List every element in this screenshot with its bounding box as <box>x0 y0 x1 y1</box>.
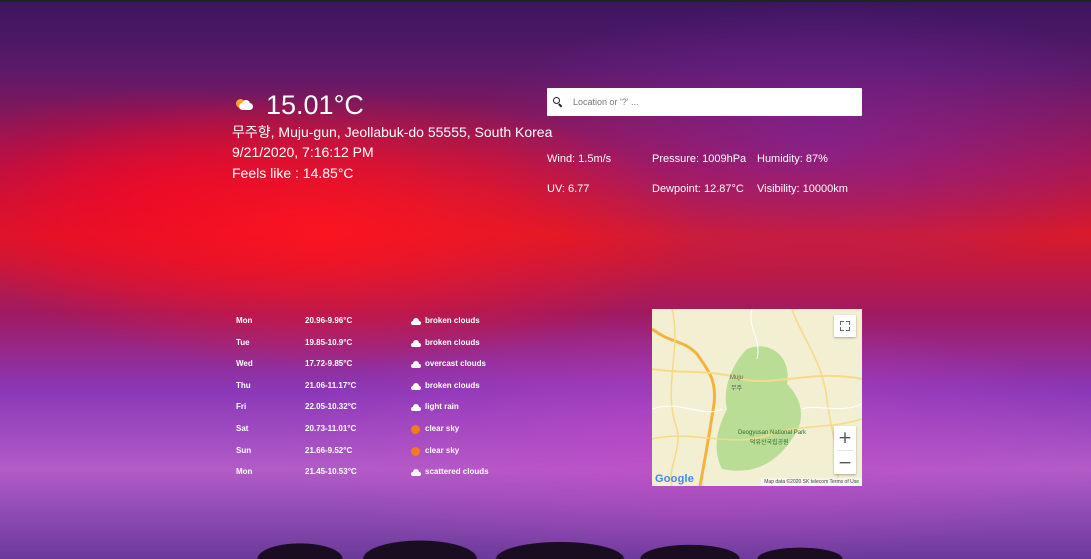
feels-like-label: Feels like : 14.85°C <box>232 165 354 181</box>
forecast-temp-range: 21.66-9.52°C <box>305 445 353 455</box>
forecast-row: Sat 20.73-11.01°C clear sky <box>236 422 496 444</box>
forecast-description: clear sky <box>425 423 460 433</box>
forecast-temp-range: 20.73-11.01°C <box>305 423 357 433</box>
current-temperature: 15.01°C <box>266 90 364 120</box>
forecast-description: broken clouds <box>425 337 480 347</box>
forecast-row: Sun 21.66-9.52°C clear sky <box>236 444 496 466</box>
forecast-day: Fri <box>236 402 247 412</box>
tree-silhouette <box>240 529 860 559</box>
cloud-icon <box>411 361 421 369</box>
sun-icon <box>411 424 420 434</box>
forecast-row: Fri 22.05-10.32°C light rain <box>236 400 496 422</box>
map-park-label-ko: 덕유산국립공원 <box>750 440 789 446</box>
zoom-out-button[interactable]: − <box>834 451 856 475</box>
road <box>791 309 839 486</box>
forecast-description: broken clouds <box>425 380 480 390</box>
rain-cloud-icon <box>411 404 421 412</box>
cloud-icon <box>411 339 421 347</box>
map-widget[interactable]: Muju 무주 Deogyusan National Park 덕유산국립공원 … <box>652 309 862 486</box>
forecast-day: Mon <box>236 467 253 477</box>
dewpoint-stat: Dewpoint: 12.87°C <box>652 183 744 195</box>
park-area <box>716 346 802 471</box>
map-town-label: Muju <box>730 375 744 381</box>
search-input[interactable] <box>573 97 843 107</box>
road <box>670 309 679 486</box>
forecast-description: clear sky <box>425 445 460 455</box>
search-bar[interactable] <box>547 88 862 116</box>
forecast-temp-range: 21.06-11.17°C <box>305 380 357 390</box>
forecast-list: Mon 20.96-9.96°C broken clouds Tue 19.85… <box>236 314 496 487</box>
map-canvas[interactable] <box>652 309 862 486</box>
forecast-description: broken clouds <box>425 316 480 325</box>
google-logo[interactable]: Google <box>655 473 694 485</box>
forecast-day: Wed <box>236 359 253 369</box>
map-town-label-ko: 무주 <box>731 386 743 392</box>
forecast-day: Thu <box>236 380 251 390</box>
temperature-row: 15.01°C <box>232 90 552 120</box>
forecast-day: Sun <box>236 445 252 455</box>
forecast-temp-range: 20.96-9.96°C <box>305 316 353 325</box>
forecast-description: scattered clouds <box>425 467 489 477</box>
humidity-stat: Humidity: 87% <box>757 153 828 165</box>
map-attribution[interactable]: Map data ©2020 SK telecom Terms of Use <box>761 478 862 486</box>
forecast-row: Tue 19.85-10.9°C broken clouds <box>236 336 496 358</box>
cloud-icon <box>411 469 421 477</box>
zoom-in-button[interactable]: + <box>834 426 856 450</box>
uv-stat: UV: 6.77 <box>547 183 590 195</box>
search-icon[interactable] <box>553 97 563 108</box>
forecast-temp-range: 17.72-9.85°C <box>305 359 353 369</box>
forecast-day: Sat <box>236 423 249 433</box>
fullscreen-button[interactable] <box>834 315 856 337</box>
forecast-row: Mon 20.96-9.96°C broken clouds <box>236 314 496 336</box>
forecast-row: Mon 21.45-10.53°C scattered clouds <box>236 465 496 487</box>
fullscreen-icon <box>840 321 850 331</box>
forecast-row: Thu 21.06-11.17°C broken clouds <box>236 379 496 401</box>
datetime-label: 9/21/2020, 7:16:12 PM <box>232 144 374 160</box>
forecast-day: Tue <box>236 337 250 347</box>
window-top-border <box>0 0 1091 2</box>
map-park-label: Deogyusan National Park <box>738 430 807 436</box>
road <box>801 403 862 410</box>
pressure-stat: Pressure: 1009hPa <box>652 153 747 165</box>
forecast-temp-range: 21.45-10.53°C <box>305 467 357 477</box>
zoom-controls: + − <box>834 426 856 474</box>
forecast-temp-range: 19.85-10.9°C <box>305 337 353 347</box>
forecast-day: Mon <box>236 316 253 325</box>
cloud-sun-icon <box>236 98 254 112</box>
cloud-icon <box>411 382 421 390</box>
visibility-stat: Visibility: 10000km <box>757 183 848 195</box>
sun-icon <box>411 446 420 456</box>
current-weather: 15.01°C 무주향, Muju-gun, Jeollabuk-do 5555… <box>232 90 552 183</box>
forecast-temp-range: 22.05-10.32°C <box>305 402 357 412</box>
wind-stat: Wind: 1.5m/s <box>547 153 612 165</box>
forecast-description: light rain <box>425 402 459 412</box>
forecast-description: overcast clouds <box>425 359 486 369</box>
location-label: 무주향, Muju-gun, Jeollabuk-do 55555, South… <box>232 124 553 140</box>
cloud-icon <box>411 318 421 325</box>
forecast-row: Wed 17.72-9.85°C overcast clouds <box>236 357 496 379</box>
